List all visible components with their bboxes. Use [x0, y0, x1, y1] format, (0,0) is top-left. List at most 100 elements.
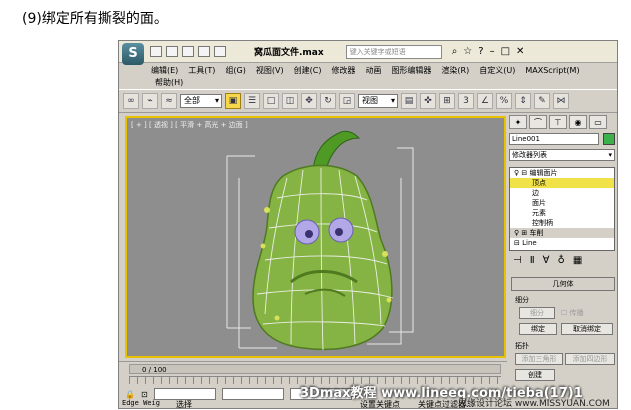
menu-group[interactable]: 组(G) — [225, 65, 245, 76]
stack-item[interactable]: 顶点 — [510, 178, 614, 188]
menu-create[interactable]: 创建(C) — [294, 65, 322, 76]
menu-animation[interactable]: 动画 — [365, 65, 381, 76]
window-crossing-icon[interactable]: ◫ — [282, 93, 298, 109]
app-logo[interactable]: S — [122, 42, 144, 65]
display-tab-icon[interactable]: ▭ — [589, 115, 607, 129]
menu-help[interactable]: 帮助(H) — [155, 77, 183, 89]
new-file-icon[interactable] — [150, 46, 162, 57]
menu-customize[interactable]: 自定义(U) — [479, 65, 515, 76]
menu-tools[interactable]: 工具(T) — [188, 65, 215, 76]
topology-group-label: 拓扑 — [515, 342, 529, 350]
gourd-model — [226, 130, 414, 351]
stack-item[interactable]: 边 — [510, 188, 614, 198]
modifier-stack: ♀ ⊟ 编辑面片 顶点 边 面片 元素 控制柄 ♀ ⊞ 车削 ⊟ Line — [509, 167, 615, 251]
selection-filter-select[interactable]: 全部 — [180, 94, 222, 108]
hierarchy-tab-icon[interactable]: ⊤ — [549, 115, 567, 129]
create-tab-icon[interactable]: ✦ — [509, 115, 527, 129]
bind-button[interactable]: 绑定 — [519, 323, 557, 335]
manipulate-icon[interactable]: ✜ — [420, 93, 436, 109]
y-coordinate-field[interactable] — [221, 388, 284, 400]
stack-item[interactable]: 面片 — [510, 198, 614, 208]
show-end-result-icon[interactable]: Ⅱ — [530, 255, 535, 266]
title-icons: ⌕ ☆ ? – □ ✕ — [452, 46, 525, 57]
geometry-rollout[interactable]: 几何体 — [511, 277, 615, 291]
add-triangle-button[interactable]: 添加三角形 — [515, 353, 563, 365]
motion-tab-icon[interactable]: ◉ — [569, 115, 587, 129]
configure-sets-icon[interactable]: ▦ — [573, 255, 582, 266]
menu-graph-editors[interactable]: 图形编辑器 — [391, 65, 431, 76]
selection-lock-icon[interactable]: 🔒 — [125, 390, 135, 399]
stack-item[interactable]: ♀ ⊟ 编辑面片 — [510, 168, 614, 178]
absolute-mode-icon[interactable]: ⊡ — [141, 390, 148, 399]
window-title: 窝瓜面文件.max — [254, 48, 324, 58]
lightbulb-icon[interactable]: ♀ ⊟ — [514, 169, 529, 177]
menu-edit[interactable]: 编辑(E) — [151, 65, 178, 76]
snap-icon[interactable]: 3 — [458, 93, 474, 109]
help-icon[interactable]: ? — [478, 46, 483, 57]
stack-item[interactable]: ♀ ⊞ 车削 — [510, 228, 614, 238]
reference-coord-select[interactable]: 视图 — [358, 94, 398, 108]
create-button[interactable]: 创建 — [515, 369, 555, 381]
modifier-list-select[interactable]: 修改器列表 — [509, 149, 615, 161]
star-icon[interactable]: ☆ — [463, 46, 472, 57]
scale-icon[interactable]: ◲ — [339, 93, 355, 109]
object-color-swatch[interactable] — [603, 133, 615, 145]
subdivide-group-label: 细分 — [515, 296, 529, 304]
keyboard-shortcut-icon[interactable]: ⊞ — [439, 93, 455, 109]
stack-item[interactable]: ⊟ Line — [510, 238, 614, 248]
unbind-button[interactable]: 取消绑定 — [561, 323, 613, 335]
add-quad-button[interactable]: 添加四边形 — [565, 353, 615, 365]
menu-bar: 编辑(E) 工具(T) 组(G) 视图(V) 创建(C) 修改器 动画 图形编辑… — [151, 63, 617, 77]
close-icon[interactable]: ✕ — [516, 46, 524, 57]
time-slider-value: 0 / 100 — [142, 366, 167, 374]
link-icon[interactable]: ∞ — [123, 93, 139, 109]
viewport-label[interactable]: [ + ] [ 透视 ] [ 平滑 + 高光 + 边面 ] — [131, 120, 248, 130]
3dsmax-window: S 窝瓜面文件.max 键入关键字或短语 ⌕ ☆ ? – □ ✕ 编辑(E) 工… — [118, 40, 618, 409]
menu-modifiers[interactable]: 修改器 — [331, 65, 355, 76]
perspective-viewport[interactable]: [ + ] [ 透视 ] [ 平滑 + 高光 + 边面 ] — [125, 116, 506, 358]
binoculars-icon[interactable]: ⌕ — [452, 46, 458, 57]
named-selection-icon[interactable]: ✎ — [534, 93, 550, 109]
select-object-icon[interactable]: ▣ — [225, 93, 241, 109]
stack-item[interactable]: 元素 — [510, 208, 614, 218]
pin-stack-icon[interactable]: ⊣ — [513, 255, 522, 266]
undo-icon[interactable] — [198, 46, 210, 57]
open-file-icon[interactable] — [166, 46, 178, 57]
unlink-icon[interactable]: ⌁ — [142, 93, 158, 109]
minimize-icon[interactable]: – — [490, 46, 495, 57]
mirror-icon[interactable]: ⋈ — [553, 93, 569, 109]
percent-snap-icon[interactable]: % — [496, 93, 512, 109]
propagate-checkbox[interactable]: ☐ 传播 — [561, 308, 584, 318]
expand-icon[interactable]: ⊟ — [514, 239, 522, 247]
remove-modifier-icon[interactable]: ♁ — [557, 255, 564, 266]
selection-status: 选择 — [176, 400, 192, 409]
title-bar: S 窝瓜面文件.max 键入关键字或短语 ⌕ ☆ ? – □ ✕ — [119, 41, 617, 65]
move-icon[interactable]: ✥ — [301, 93, 317, 109]
quick-access-toolbar — [150, 46, 226, 57]
menu-rendering[interactable]: 渲染(R) — [441, 65, 469, 76]
time-slider[interactable]: 0 / 100 — [129, 364, 501, 374]
modify-tab-icon[interactable]: ⌒ — [529, 115, 547, 129]
command-panel: ✦ ⌒ ⊤ ◉ ▭ Line001 修改器列表 ♀ ⊟ 编辑面片 顶点 边 面片… — [507, 113, 617, 408]
select-by-name-icon[interactable]: ☰ — [244, 93, 260, 109]
menu-views[interactable]: 视图(V) — [256, 65, 284, 76]
spinner-snap-icon[interactable]: ⇕ — [515, 93, 531, 109]
make-unique-icon[interactable]: ∀ — [543, 255, 550, 266]
stack-item[interactable]: 控制柄 — [510, 218, 614, 228]
menu-maxscript[interactable]: MAXScript(M) — [525, 66, 579, 75]
object-name-field[interactable]: Line001 — [509, 133, 599, 145]
stack-tools: ⊣ Ⅱ ∀ ♁ ▦ — [509, 255, 582, 266]
redo-icon[interactable] — [214, 46, 226, 57]
angle-snap-icon[interactable]: ∠ — [477, 93, 493, 109]
save-file-icon[interactable] — [182, 46, 194, 57]
maximize-icon[interactable]: □ — [501, 46, 510, 57]
rotate-icon[interactable]: ↻ — [320, 93, 336, 109]
pivot-icon[interactable]: ▤ — [401, 93, 417, 109]
main-toolbar: ∞ ⌁ ≈ 全部 ▣ ☰ □ ◫ ✥ ↻ ◲ 视图 ▤ ✜ ⊞ 3 ∠ % ⇕ … — [119, 89, 617, 113]
command-panel-tabs: ✦ ⌒ ⊤ ◉ ▭ — [507, 113, 617, 131]
subdivide-button[interactable]: 细分 — [519, 307, 555, 319]
lightbulb-icon[interactable]: ♀ ⊞ — [514, 229, 529, 237]
search-input[interactable]: 键入关键字或短语 — [345, 44, 442, 59]
bind-space-warp-icon[interactable]: ≈ — [161, 93, 177, 109]
rect-select-icon[interactable]: □ — [263, 93, 279, 109]
